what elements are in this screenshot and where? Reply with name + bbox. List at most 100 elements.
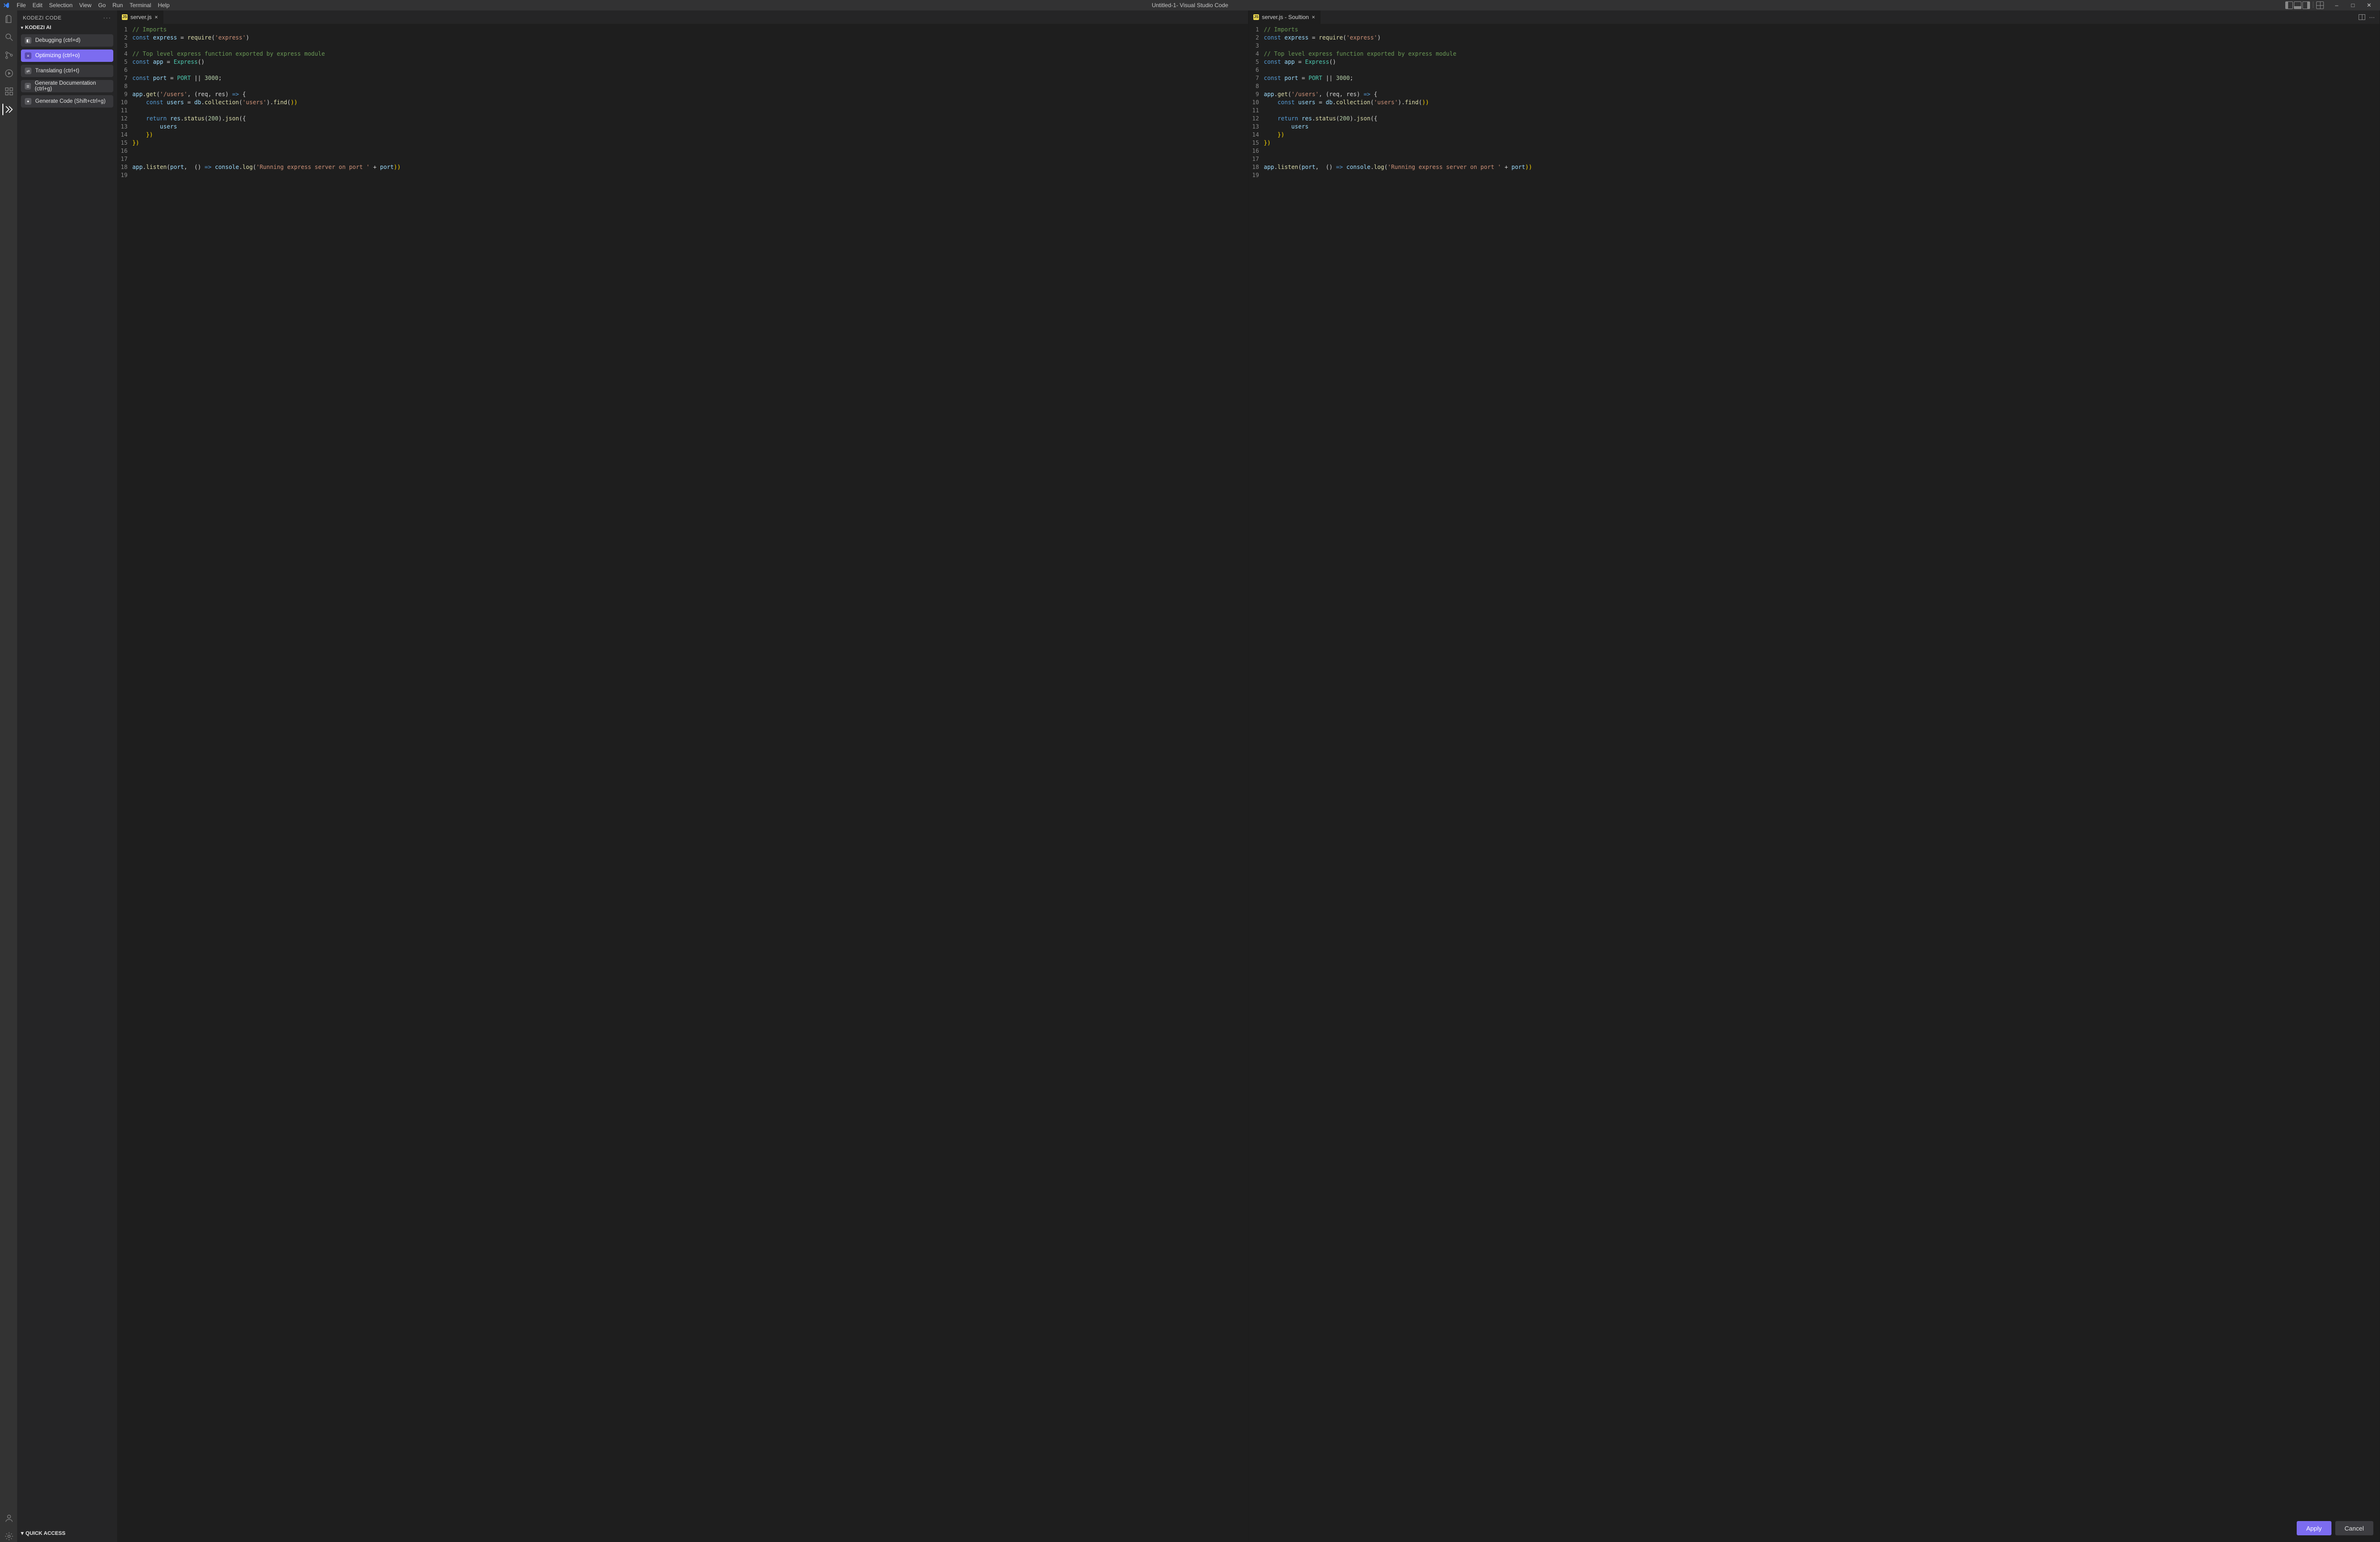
menu-bar: File Edit Selection View Go Run Terminal… <box>13 2 173 9</box>
line-number: 16 <box>117 147 132 155</box>
sidebar-more-icon[interactable]: ··· <box>103 15 111 21</box>
code-line: 1 // Imports <box>1249 26 2380 34</box>
line-number: 17 <box>117 155 132 163</box>
docs-icon: ≣ <box>25 83 31 89</box>
close-tab-icon[interactable]: × <box>155 14 158 20</box>
tab-label: server.js <box>130 14 152 20</box>
code-line: 19 <box>117 171 1248 179</box>
menu-go[interactable]: Go <box>95 2 109 9</box>
kodezi-ai-actions: ◧ Debugging (ctrl+d) ≡ Optimizing (ctrl+… <box>17 32 117 109</box>
code-line: 12 return res.status(200).json({ <box>117 115 1248 123</box>
line-number: 15 <box>117 139 132 147</box>
action-optimizing[interactable]: ≡ Optimizing (ctrl+o) <box>21 49 113 62</box>
menu-view[interactable]: View <box>76 2 95 9</box>
code-line: 9 app.get('/users', (req, res) => { <box>1249 90 2380 99</box>
section-quick-access[interactable]: ▾ QUICK ACCESS <box>17 1527 117 1539</box>
line-number: 9 <box>1249 90 1264 99</box>
menu-edit[interactable]: Edit <box>29 2 46 9</box>
line-number: 9 <box>117 90 132 99</box>
explorer-icon[interactable] <box>2 13 14 25</box>
line-number: 2 <box>117 34 132 42</box>
menu-help[interactable]: Help <box>155 2 173 9</box>
code-line: 10 const users = db.collection('users').… <box>1249 99 2380 107</box>
section-label: KODEZI AI <box>25 25 51 30</box>
code-line: 13 users <box>117 123 1248 131</box>
line-number: 8 <box>1249 82 1264 90</box>
code-line: 6 <box>1249 66 2380 74</box>
code-line: 4 // Top level express function exported… <box>1249 50 2380 58</box>
toggle-primary-sidebar-icon[interactable] <box>2285 1 2293 9</box>
settings-gear-icon[interactable] <box>2 1531 14 1542</box>
extensions-icon[interactable] <box>2 86 14 97</box>
accounts-icon[interactable] <box>2 1512 14 1524</box>
line-number: 14 <box>117 131 132 139</box>
action-label: Optimizing (ctrl+o) <box>35 53 80 59</box>
code-line: 10 const users = db.collection('users').… <box>117 99 1248 107</box>
sidebar-title: KODEZI CODE <box>23 15 61 21</box>
maximize-button[interactable]: □ <box>2345 0 2361 10</box>
menu-terminal[interactable]: Terminal <box>126 2 154 9</box>
quick-access-label: QUICK ACCESS <box>26 1531 66 1536</box>
action-translating[interactable]: ⇄ Translating (ctrl+t) <box>21 65 113 77</box>
tab-server-js-solution[interactable]: JS server.js - Soultion × <box>1249 10 1320 24</box>
code-line: 3 <box>1249 42 2380 50</box>
js-file-icon: JS <box>122 14 128 20</box>
customize-layout-icon[interactable] <box>2316 1 2324 9</box>
menu-file[interactable]: File <box>13 2 29 9</box>
source-control-icon[interactable] <box>2 49 14 61</box>
window-title: Untitled-1- Visual Studio Code <box>0 2 2380 9</box>
kodezi-icon[interactable] <box>2 104 14 115</box>
run-debug-icon[interactable] <box>2 68 14 79</box>
code-line: 6 <box>117 66 1248 74</box>
close-window-button[interactable]: ✕ <box>2361 0 2377 10</box>
line-number: 19 <box>1249 171 1264 179</box>
cancel-button[interactable]: Cancel <box>2335 1521 2373 1535</box>
search-icon[interactable] <box>2 31 14 43</box>
code-line: 7 const port = PORT || 3000; <box>117 74 1248 82</box>
action-label: Debugging (ctrl+d) <box>35 38 80 43</box>
action-generate-docs[interactable]: ≣ Generate Documentation (ctrl+g) <box>21 80 113 92</box>
close-tab-icon[interactable]: × <box>1312 14 1315 20</box>
line-number: 18 <box>117 163 132 171</box>
code-line: 8 <box>1249 82 2380 90</box>
editor-pane-left: JS server.js × 1 // Imports 2 const expr… <box>117 10 1249 1542</box>
editor-group: JS server.js × 1 // Imports 2 const expr… <box>117 10 2380 1542</box>
tab-bar-left: JS server.js × <box>117 10 1248 24</box>
tab-server-js[interactable]: JS server.js × <box>117 10 163 24</box>
toggle-panel-icon[interactable] <box>2294 1 2301 9</box>
window-controls: – □ ✕ <box>2329 0 2377 10</box>
line-number: 11 <box>117 107 132 115</box>
menu-selection[interactable]: Selection <box>46 2 76 9</box>
code-editor-right[interactable]: 1 // Imports 2 const express = require('… <box>1249 24 2380 1542</box>
apply-button[interactable]: Apply <box>2297 1521 2331 1535</box>
action-generate-code[interactable]: ✦ Generate Code (Shift+ctrl+g) <box>21 95 113 108</box>
code-line: 15 }) <box>1249 139 2380 147</box>
code-editor-left[interactable]: 1 // Imports 2 const express = require('… <box>117 24 1248 1542</box>
more-actions-icon[interactable]: ··· <box>2369 14 2375 20</box>
minimize-button[interactable]: – <box>2329 0 2345 10</box>
line-number: 12 <box>117 115 132 123</box>
menu-run[interactable]: Run <box>109 2 126 9</box>
tab-bar-right: JS server.js - Soultion × ··· <box>1249 10 2380 24</box>
line-number: 1 <box>1249 26 1264 34</box>
code-line: 14 }) <box>1249 131 2380 139</box>
js-file-icon: JS <box>1253 14 1259 20</box>
section-kodezi-ai[interactable]: ▾ KODEZI AI <box>17 23 117 32</box>
split-editor-icon[interactable] <box>2359 14 2365 20</box>
line-number: 1 <box>117 26 132 34</box>
chevron-down-icon: ▾ <box>21 1530 24 1536</box>
code-line: 11 <box>1249 107 2380 115</box>
code-line: 3 <box>117 42 1248 50</box>
line-number: 15 <box>1249 139 1264 147</box>
optimize-icon: ≡ <box>25 52 31 59</box>
code-line: 5 const app = Express() <box>1249 58 2380 66</box>
action-debugging[interactable]: ◧ Debugging (ctrl+d) <box>21 34 113 47</box>
line-number: 13 <box>1249 123 1264 131</box>
toggle-secondary-sidebar-icon[interactable] <box>2302 1 2310 9</box>
code-line: 8 <box>117 82 1248 90</box>
line-number: 8 <box>117 82 132 90</box>
line-number: 7 <box>1249 74 1264 82</box>
line-number: 6 <box>117 66 132 74</box>
code-line: 11 <box>117 107 1248 115</box>
code-line: 16 <box>1249 147 2380 155</box>
